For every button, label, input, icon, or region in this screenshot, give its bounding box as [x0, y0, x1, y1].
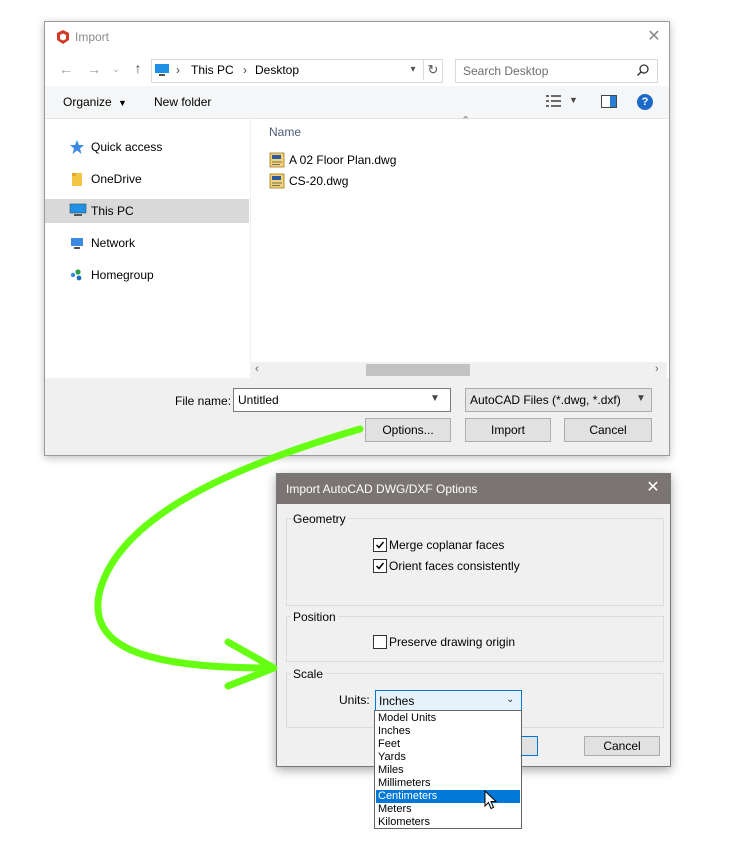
file-item[interactable]: CS-20.dwg	[269, 171, 389, 191]
file-item[interactable]: A 02 Floor Plan.dwg	[269, 150, 429, 170]
import-dialog: Import ✕ ← → ⌄ ↑ › This PC › Desktop ▾ ↻…	[44, 21, 670, 456]
units-option[interactable]: Kilometers	[376, 816, 520, 829]
nav-item-quick-access[interactable]: Quick access	[45, 135, 249, 159]
units-option[interactable]: Model Units	[376, 712, 520, 725]
nav-item-onedrive[interactable]: OneDrive	[45, 167, 249, 191]
view-options-icon[interactable]	[545, 94, 563, 110]
breadcrumb-separator-icon: ›	[176, 63, 180, 77]
units-dropdown-list[interactable]: Model Units Inches Feet Yards Miles Mill…	[374, 710, 522, 829]
units-value: Inches	[379, 694, 415, 708]
back-arrow-icon[interactable]: ←	[57, 60, 75, 78]
computer-icon	[69, 203, 87, 219]
units-option[interactable]: Meters	[376, 803, 520, 816]
nav-label: This PC	[91, 204, 134, 218]
chevron-down-icon: ▼	[118, 98, 127, 108]
titlebar: Import ✕	[45, 22, 669, 53]
organize-label: Organize	[63, 95, 112, 109]
new-folder-button[interactable]: New folder	[154, 95, 211, 109]
homegroup-icon	[69, 267, 85, 283]
address-dropdown-chevron-icon[interactable]: ▾	[405, 60, 421, 80]
nav-item-homegroup[interactable]: Homegroup	[45, 263, 249, 287]
titlebar: Import AutoCAD DWG/DXF Options ✕	[277, 474, 670, 504]
cancel-button[interactable]: Cancel	[564, 418, 652, 442]
preview-pane-icon[interactable]	[601, 95, 617, 109]
units-option-highlighted[interactable]: Centimeters	[376, 790, 520, 803]
network-icon	[69, 235, 85, 251]
navigation-pane: Quick access OneDrive This PC Network Ho…	[45, 119, 249, 377]
chevron-down-icon: ⌄	[506, 694, 515, 705]
orient-faces-checkbox[interactable]	[373, 559, 387, 573]
folder-icon	[69, 171, 85, 187]
close-icon[interactable]: ✕	[643, 26, 665, 48]
position-group-title: Position	[291, 610, 338, 624]
file-name-value: Untitled	[238, 393, 279, 407]
preserve-origin-checkbox[interactable]	[373, 635, 387, 649]
merge-coplanar-label[interactable]: Merge coplanar faces	[389, 538, 504, 552]
refresh-icon[interactable]: ↻	[423, 60, 442, 80]
units-label: Units:	[339, 693, 370, 707]
preserve-origin-label[interactable]: Preserve drawing origin	[389, 635, 515, 649]
breadcrumb-this-pc[interactable]: This PC	[191, 63, 234, 77]
search-placeholder: Search Desktop	[463, 64, 549, 78]
view-chevron-down-icon[interactable]: ▼	[569, 95, 578, 105]
help-icon[interactable]: ?	[637, 94, 653, 110]
units-option[interactable]: Millimeters	[376, 777, 520, 790]
file-name-label: File name:	[175, 394, 232, 408]
units-option[interactable]: Miles	[376, 764, 520, 777]
units-option[interactable]: Yards	[376, 751, 520, 764]
nav-label: OneDrive	[91, 172, 142, 186]
units-dropdown[interactable]: Inches ⌄	[375, 690, 522, 712]
search-input[interactable]: Search Desktop	[455, 59, 658, 83]
nav-label: Quick access	[91, 140, 163, 154]
nav-item-network[interactable]: Network	[45, 231, 249, 255]
nav-label: Network	[91, 236, 136, 250]
units-option[interactable]: Inches	[376, 725, 520, 738]
up-arrow-icon[interactable]: ↑	[129, 59, 147, 77]
orient-faces-label[interactable]: Orient faces consistently	[389, 559, 520, 573]
file-name: A 02 Floor Plan.dwg	[289, 153, 397, 167]
file-type-value: AutoCAD Files (*.dwg, *.dxf)	[470, 393, 621, 407]
search-icon	[636, 63, 650, 77]
star-icon	[69, 139, 85, 155]
window-title: Import	[75, 30, 110, 44]
file-type-select[interactable]: AutoCAD Files (*.dwg, *.dxf) ▼	[465, 388, 652, 412]
cancel-button[interactable]: Cancel	[584, 736, 660, 756]
options-button[interactable]: Options...	[365, 418, 451, 442]
horizontal-scrollbar[interactable]: ‹ ›	[251, 362, 667, 378]
geometry-group-title: Geometry	[291, 512, 348, 526]
address-bar[interactable]: › This PC › Desktop	[151, 59, 443, 83]
pane-divider[interactable]	[250, 119, 251, 377]
nav-label: Homegroup	[91, 268, 154, 282]
file-footer: File name: Untitled ▼ AutoCAD Files (*.d…	[45, 378, 669, 455]
sketchup-app-icon	[55, 29, 71, 45]
window-title: Import AutoCAD DWG/DXF Options	[286, 482, 478, 496]
dwg-file-icon	[269, 173, 285, 189]
scale-group-title: Scale	[291, 667, 326, 681]
chevron-down-icon[interactable]: ▼	[430, 393, 440, 404]
command-toolbar: Organize ▼ New folder ▼ ?	[45, 86, 669, 119]
scrollbar-thumb[interactable]	[366, 364, 470, 376]
close-icon[interactable]: ✕	[642, 477, 664, 499]
dwg-file-icon	[269, 152, 285, 168]
import-button[interactable]: Import	[465, 418, 551, 442]
file-name-combobox[interactable]: Untitled ▼	[233, 388, 451, 412]
breadcrumb-separator-icon: ›	[243, 63, 247, 77]
chevron-down-icon: ▼	[636, 393, 646, 404]
scroll-left-icon[interactable]: ‹	[255, 363, 259, 375]
merge-coplanar-checkbox[interactable]	[373, 538, 387, 552]
recent-locations-chevron-icon[interactable]: ⌄	[107, 60, 125, 78]
breadcrumb-desktop[interactable]: Desktop	[255, 63, 299, 77]
file-name: CS-20.dwg	[289, 174, 349, 188]
sort-ascending-icon: ⌃	[461, 115, 471, 127]
organize-menu-button[interactable]: Organize ▼	[63, 95, 127, 109]
mouse-cursor-icon	[484, 789, 498, 810]
scroll-right-icon[interactable]: ›	[655, 363, 659, 375]
nav-item-this-pc[interactable]: This PC	[45, 199, 249, 223]
column-header-name[interactable]: Name	[269, 125, 301, 139]
monitor-icon	[154, 63, 170, 77]
forward-arrow-icon[interactable]: →	[85, 60, 103, 78]
units-option[interactable]: Feet	[376, 738, 520, 751]
